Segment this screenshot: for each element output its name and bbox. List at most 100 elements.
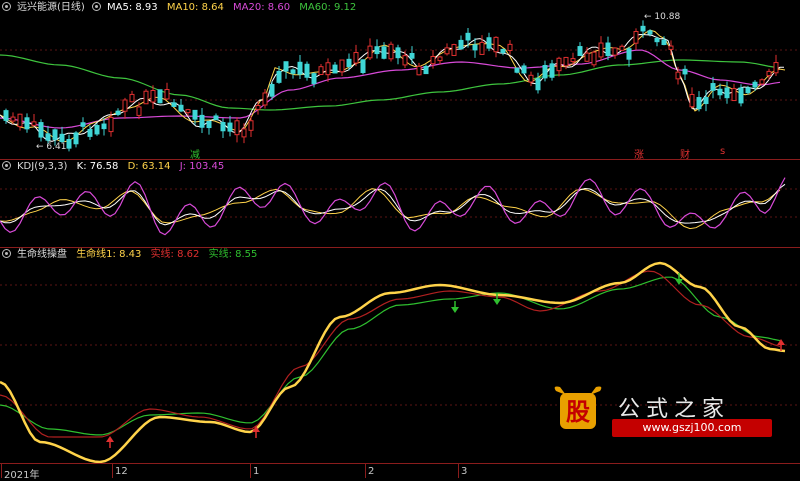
candle-body xyxy=(675,71,681,80)
candle-body xyxy=(444,47,450,55)
candle-body xyxy=(360,59,366,74)
price-legend: 远兴能源(日线) MA5: 8.93 MA10: 8.64 MA20: 8.60… xyxy=(2,1,362,14)
candle-body xyxy=(297,61,303,75)
candle-body xyxy=(409,52,415,59)
ma20-line xyxy=(0,49,781,129)
candle-body xyxy=(388,43,394,60)
stock-title: 远兴能源(日线) xyxy=(17,2,85,13)
kdj-panel[interactable]: KDJ(9,3,3) K: 76.58 D: 63.14 J: 103.45 xyxy=(0,159,800,247)
candle-body xyxy=(395,47,401,59)
kdj-legend: KDJ(9,3,3) K: 76.58 D: 63.14 J: 103.45 xyxy=(2,160,230,173)
candle-body xyxy=(374,46,380,55)
candle-body xyxy=(129,93,135,103)
candle-body xyxy=(577,46,583,57)
candle-body xyxy=(437,56,443,62)
lifeline-value: 生命线1: 8.43 xyxy=(76,249,142,260)
candle-body xyxy=(31,121,37,126)
ma20-label: MA20: 8.60 xyxy=(233,2,291,13)
real-line-value: 实线: 8.62 xyxy=(150,249,200,260)
candle-body xyxy=(640,25,646,32)
candle-body xyxy=(318,66,324,76)
candle-body xyxy=(633,31,639,44)
candle-body xyxy=(115,110,121,115)
event-rise-marker[interactable]: 涨 xyxy=(634,146,644,159)
candle-body xyxy=(136,106,142,116)
candle-body xyxy=(423,65,429,75)
candle-body xyxy=(766,70,772,77)
candle-body xyxy=(171,102,177,107)
candle-body xyxy=(542,65,548,79)
candle-body xyxy=(17,113,23,128)
watermark-logo-icon: 股 xyxy=(554,386,602,429)
candle-body xyxy=(451,44,457,56)
lifeline-title: 生命线操盘 xyxy=(17,249,67,260)
candle-body xyxy=(710,83,716,91)
candle-body xyxy=(472,44,478,51)
kdj-j-line xyxy=(0,177,786,236)
candle-body xyxy=(717,88,723,96)
candle-body xyxy=(304,63,310,78)
candle-body xyxy=(724,87,730,99)
event-finance-marker[interactable]: 财 xyxy=(680,146,690,159)
sell-arrow-icon xyxy=(451,307,459,313)
candle-body xyxy=(192,109,198,120)
settings-icon[interactable] xyxy=(92,2,101,11)
candle-body xyxy=(367,45,373,59)
candlestick-chart[interactable] xyxy=(0,0,800,159)
ma60-label: MA60: 9.12 xyxy=(299,2,357,13)
candle-body xyxy=(45,133,51,141)
candle-body xyxy=(199,114,205,128)
kdj-title: KDJ(9,3,3) xyxy=(17,161,68,172)
candle-body xyxy=(654,38,660,43)
candle-body xyxy=(143,90,149,105)
candle-body xyxy=(213,115,219,121)
candle-body xyxy=(535,78,541,91)
candle-body xyxy=(59,133,65,143)
candle-body xyxy=(276,70,282,83)
candle-body xyxy=(731,88,737,102)
candle-body xyxy=(521,65,527,74)
candle-body xyxy=(87,128,93,137)
candle-body xyxy=(703,97,709,105)
candle-body xyxy=(612,47,618,56)
candle-body xyxy=(3,110,9,121)
candle-body xyxy=(24,117,30,130)
candle-body xyxy=(745,87,751,94)
ma60-line xyxy=(0,54,781,111)
candle-body xyxy=(101,123,107,130)
settings-icon[interactable] xyxy=(2,161,11,170)
candle-body xyxy=(381,46,387,59)
event-reduce-marker[interactable]: 减 xyxy=(190,146,200,159)
settings-icon[interactable] xyxy=(2,2,11,11)
kdj-d-value: D: 63.14 xyxy=(127,161,171,172)
candle-body xyxy=(570,58,576,63)
lifeline-panel[interactable]: 生命线操盘 生命线1: 8.43 实线: 8.62 实线: 8.55 股 公式之… xyxy=(0,247,800,463)
candle-body xyxy=(458,39,464,50)
price-panel[interactable]: 远兴能源(日线) MA5: 8.93 MA10: 8.64 MA20: 8.60… xyxy=(0,0,800,159)
high-price-label: ← 10.88 xyxy=(644,12,681,22)
candle-body xyxy=(94,125,100,135)
kdj-j-value: J: 103.45 xyxy=(179,161,225,172)
lifeline-legend: 生命线操盘 生命线1: 8.43 实线: 8.62 实线: 8.55 xyxy=(2,248,263,261)
candle-body xyxy=(185,109,191,114)
candle-body xyxy=(486,37,492,49)
candle-body xyxy=(465,32,471,41)
candle-body xyxy=(255,104,261,110)
event-s-marker[interactable]: s xyxy=(720,146,725,157)
candle-body xyxy=(500,48,506,54)
candle-body xyxy=(647,30,653,35)
candle-body xyxy=(353,52,359,64)
candle-body xyxy=(10,116,16,122)
settings-icon[interactable] xyxy=(2,249,11,258)
candle-body xyxy=(738,87,744,104)
candle-body xyxy=(325,62,331,76)
candle-body xyxy=(38,122,44,138)
candle-body xyxy=(290,69,296,74)
candle-body xyxy=(220,121,226,132)
candle-body xyxy=(773,62,779,74)
sell-arrow-icon xyxy=(675,279,683,285)
candle-body xyxy=(591,51,597,66)
candle-body xyxy=(248,120,254,131)
candle-body xyxy=(66,138,72,149)
candle-body xyxy=(556,57,562,72)
